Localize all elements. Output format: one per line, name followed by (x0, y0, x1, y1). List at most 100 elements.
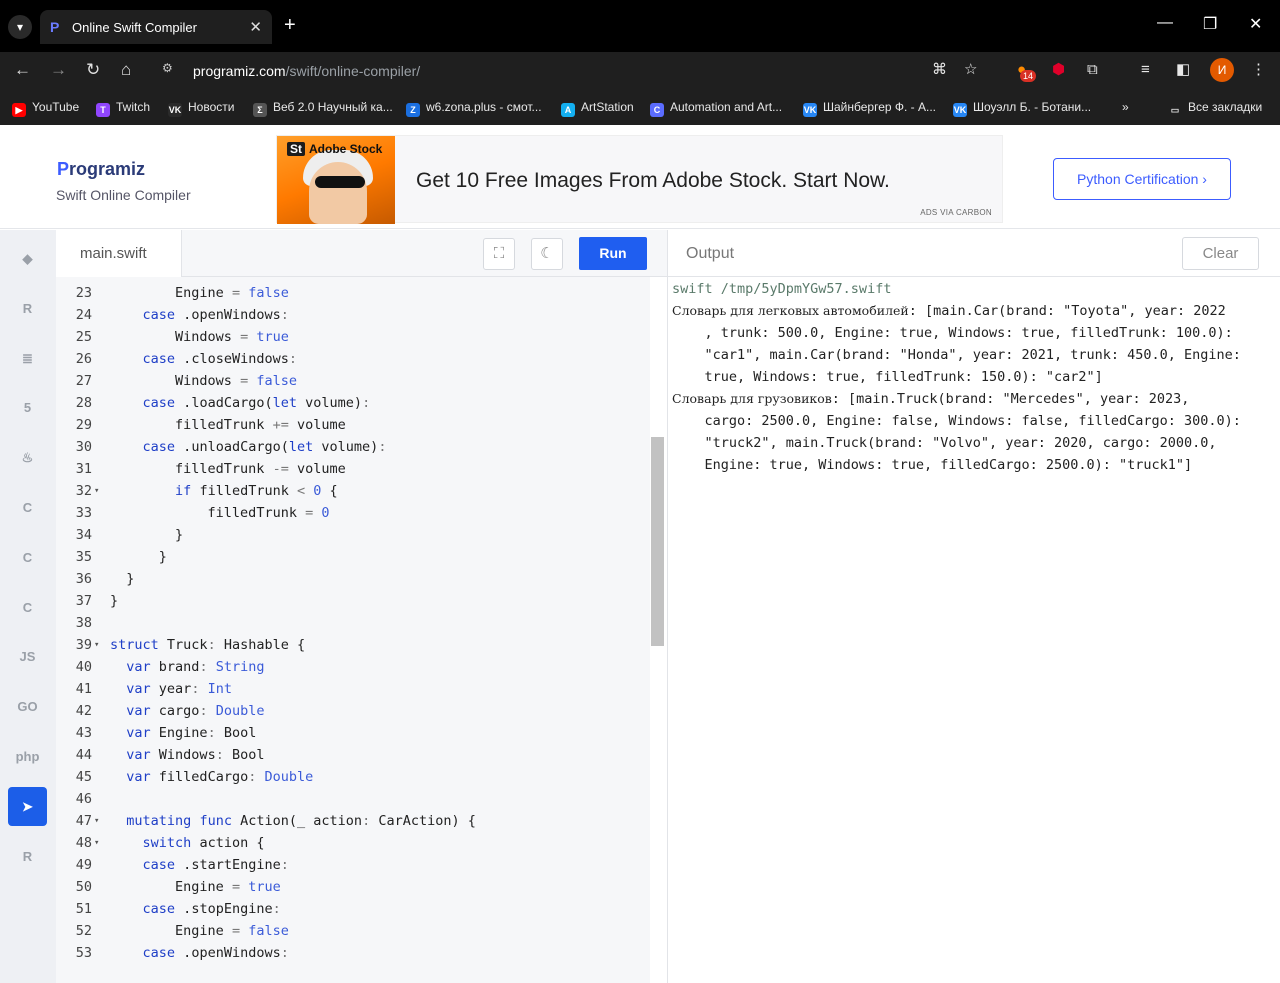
lang-sql-icon[interactable]: ≣ (8, 339, 47, 378)
code-line[interactable]: 40 var brand: String (56, 656, 656, 678)
python-certification-button[interactable]: Python Certification › (1053, 158, 1231, 200)
bookmark-item[interactable]: Σ Веб 2.0 Научный ка... (253, 100, 393, 117)
code-line[interactable]: 27 Windows = false (56, 370, 656, 392)
code-line[interactable]: 33 filledTrunk = 0 (56, 502, 656, 524)
code-line[interactable]: 52 Engine = false (56, 920, 656, 942)
site-info-icon[interactable]: ⚙ (162, 61, 180, 79)
bookmark-item[interactable]: A ArtStation (561, 100, 634, 117)
editor-scrollbar-thumb[interactable] (651, 437, 664, 646)
code-line[interactable]: 32 ▾ if filledTrunk < 0 { (56, 480, 656, 502)
home-icon[interactable]: ⌂ (121, 60, 131, 80)
tab-close-icon[interactable]: ✕ (249, 18, 262, 36)
ad-image: St Adobe Stock (277, 136, 395, 224)
bookmark-label: w6.zona.plus - смот... (426, 100, 542, 114)
fold-toggle-icon[interactable]: ▾ (94, 810, 104, 832)
code-line[interactable]: 31 filledTrunk -= volume (56, 458, 656, 480)
code-line[interactable]: 49 case .startEngine: (56, 854, 656, 876)
code-line[interactable]: 50 Engine = true (56, 876, 656, 898)
ad-via-label[interactable]: ADS VIA CARBON (920, 208, 992, 217)
lang-python-icon[interactable]: ◆ (8, 239, 47, 278)
lang-java-icon[interactable]: ♨ (8, 438, 47, 477)
bookmark-item[interactable]: ▭ Все закладки (1168, 100, 1262, 116)
bookmark-favicon-icon: ▶ (12, 103, 26, 117)
fold-toggle-icon[interactable]: ▾ (94, 480, 104, 502)
bookmark-item[interactable]: ▶ YouTube (12, 100, 79, 117)
lang-cpp-icon[interactable]: C (8, 538, 47, 577)
code-line[interactable]: 44 var Windows: Bool (56, 744, 656, 766)
ad-banner[interactable]: St Adobe Stock Get 10 Free Images From Ad… (276, 135, 1003, 224)
fold-toggle-icon[interactable]: ▾ (94, 832, 104, 854)
bookmark-item[interactable]: T Twitch (96, 100, 150, 117)
code-line[interactable]: 42 var cargo: Double (56, 700, 656, 722)
code-line[interactable]: 37} (56, 590, 656, 612)
translate-icon[interactable]: ⌘ (932, 61, 947, 79)
code-line[interactable]: 48 ▾ switch action { (56, 832, 656, 854)
lang-r-icon[interactable]: R (8, 289, 47, 328)
tab-search-icon[interactable]: ▾ (8, 15, 32, 39)
lang-c-icon[interactable]: C (8, 488, 47, 527)
fullscreen-icon[interactable]: ⛶ (483, 238, 515, 270)
clear-button[interactable]: Clear (1182, 237, 1259, 270)
programiz-logo[interactable]: Programiz (57, 159, 145, 180)
window-close-icon[interactable]: ✕ (1249, 14, 1262, 34)
code-line[interactable]: 41 var year: Int (56, 678, 656, 700)
code-line[interactable]: 46 (56, 788, 656, 810)
bookmark-item[interactable]: C Automation and Art... (650, 100, 782, 117)
bookmark-item[interactable]: VK Шайнбергер Ф. - А... (803, 100, 936, 117)
lang-go-icon[interactable]: GO (8, 687, 47, 726)
code-line[interactable]: 23 Engine = false (56, 282, 656, 304)
back-icon[interactable]: ← (14, 60, 31, 80)
code-line[interactable]: 28 case .loadCargo(let volume): (56, 392, 656, 414)
code-line[interactable]: 53 case .openWindows: (56, 942, 656, 964)
restore-icon[interactable]: ❐ (1203, 14, 1217, 34)
forward-icon[interactable]: → (50, 60, 67, 80)
extensions-puzzle-icon[interactable]: ⧉ (1087, 61, 1098, 79)
code-line[interactable]: 30 case .unloadCargo(let volume): (56, 436, 656, 458)
lang-swift-icon[interactable]: ➤ (8, 786, 47, 826)
code-line[interactable]: 47 ▾ mutating func Action(_ action: CarAc… (56, 810, 656, 832)
output-text: "car1", main.Car(brand: "Honda", year: 2… (672, 347, 1241, 363)
file-tab[interactable]: main.swift (56, 230, 182, 278)
lang-rust-icon[interactable]: R (8, 837, 47, 876)
code-text: struct Truck: Hashable { (110, 637, 306, 653)
lang-php-icon[interactable]: php (8, 737, 47, 776)
code-line[interactable]: 25 Windows = true (56, 326, 656, 348)
adobe-stock-logo: St Adobe Stock (287, 142, 382, 160)
browser-tab[interactable]: P Online Swift Compiler ✕ (40, 10, 272, 44)
side-panel-icon[interactable]: ◧ (1176, 61, 1190, 79)
code-line[interactable]: 45 var filledCargo: Double (56, 766, 656, 788)
profile-avatar[interactable]: И (1210, 58, 1234, 82)
code-editor[interactable]: 23 Engine = false 24 case .openWindows: 25… (56, 277, 667, 983)
code-line[interactable]: 51 case .stopEngine: (56, 898, 656, 920)
dark-mode-icon[interactable]: ☾ (531, 238, 563, 270)
run-button[interactable]: Run (579, 237, 647, 270)
output-line: Словарь для грузовиков: [main.Truck(bran… (672, 388, 1189, 410)
code-line[interactable]: 35 } (56, 546, 656, 568)
fold-toggle-icon[interactable]: ▾ (94, 634, 104, 656)
bookmark-item[interactable]: VK Шоуэлл Б. - Ботани... (953, 100, 1091, 117)
address-bar[interactable]: ⚙ programiz.com/swift/online-compiler/ (156, 55, 996, 85)
reading-list-icon[interactable]: ≡ (1141, 61, 1150, 79)
url-text[interactable]: programiz.com/swift/online-compiler/ (193, 63, 420, 79)
output-text: : [main.Truck(brand: "Mercedes", year: 2… (831, 391, 1190, 407)
code-line[interactable]: 34 } (56, 524, 656, 546)
code-line[interactable]: 24 case .openWindows: (56, 304, 656, 326)
code-line[interactable]: 29 filledTrunk += volume (56, 414, 656, 436)
bookmark-item[interactable]: » (1122, 100, 1129, 116)
browser-menu-icon[interactable]: ⋮ (1251, 61, 1266, 79)
code-line[interactable]: 38 (56, 612, 656, 634)
code-line[interactable]: 43 var Engine: Bool (56, 722, 656, 744)
lang-csharp-icon[interactable]: C (8, 588, 47, 627)
reload-icon[interactable]: ↻ (86, 60, 100, 80)
lang-js-icon[interactable]: JS (8, 637, 47, 676)
code-line[interactable]: 26 case .closeWindows: (56, 348, 656, 370)
code-line[interactable]: 36 } (56, 568, 656, 590)
minimize-icon[interactable]: — (1157, 14, 1173, 32)
bookmark-item[interactable]: VK Новости (168, 100, 234, 117)
new-tab-icon[interactable]: + (284, 15, 296, 35)
adblock-icon[interactable]: ⬢ (1052, 61, 1065, 79)
bookmark-star-icon[interactable]: ☆ (964, 61, 977, 79)
code-line[interactable]: 39 ▾ struct Truck: Hashable { (56, 634, 656, 656)
lang-html-icon[interactable]: 5 (8, 388, 47, 427)
bookmark-item[interactable]: Zw6.zona.plus - смот... (406, 100, 542, 117)
